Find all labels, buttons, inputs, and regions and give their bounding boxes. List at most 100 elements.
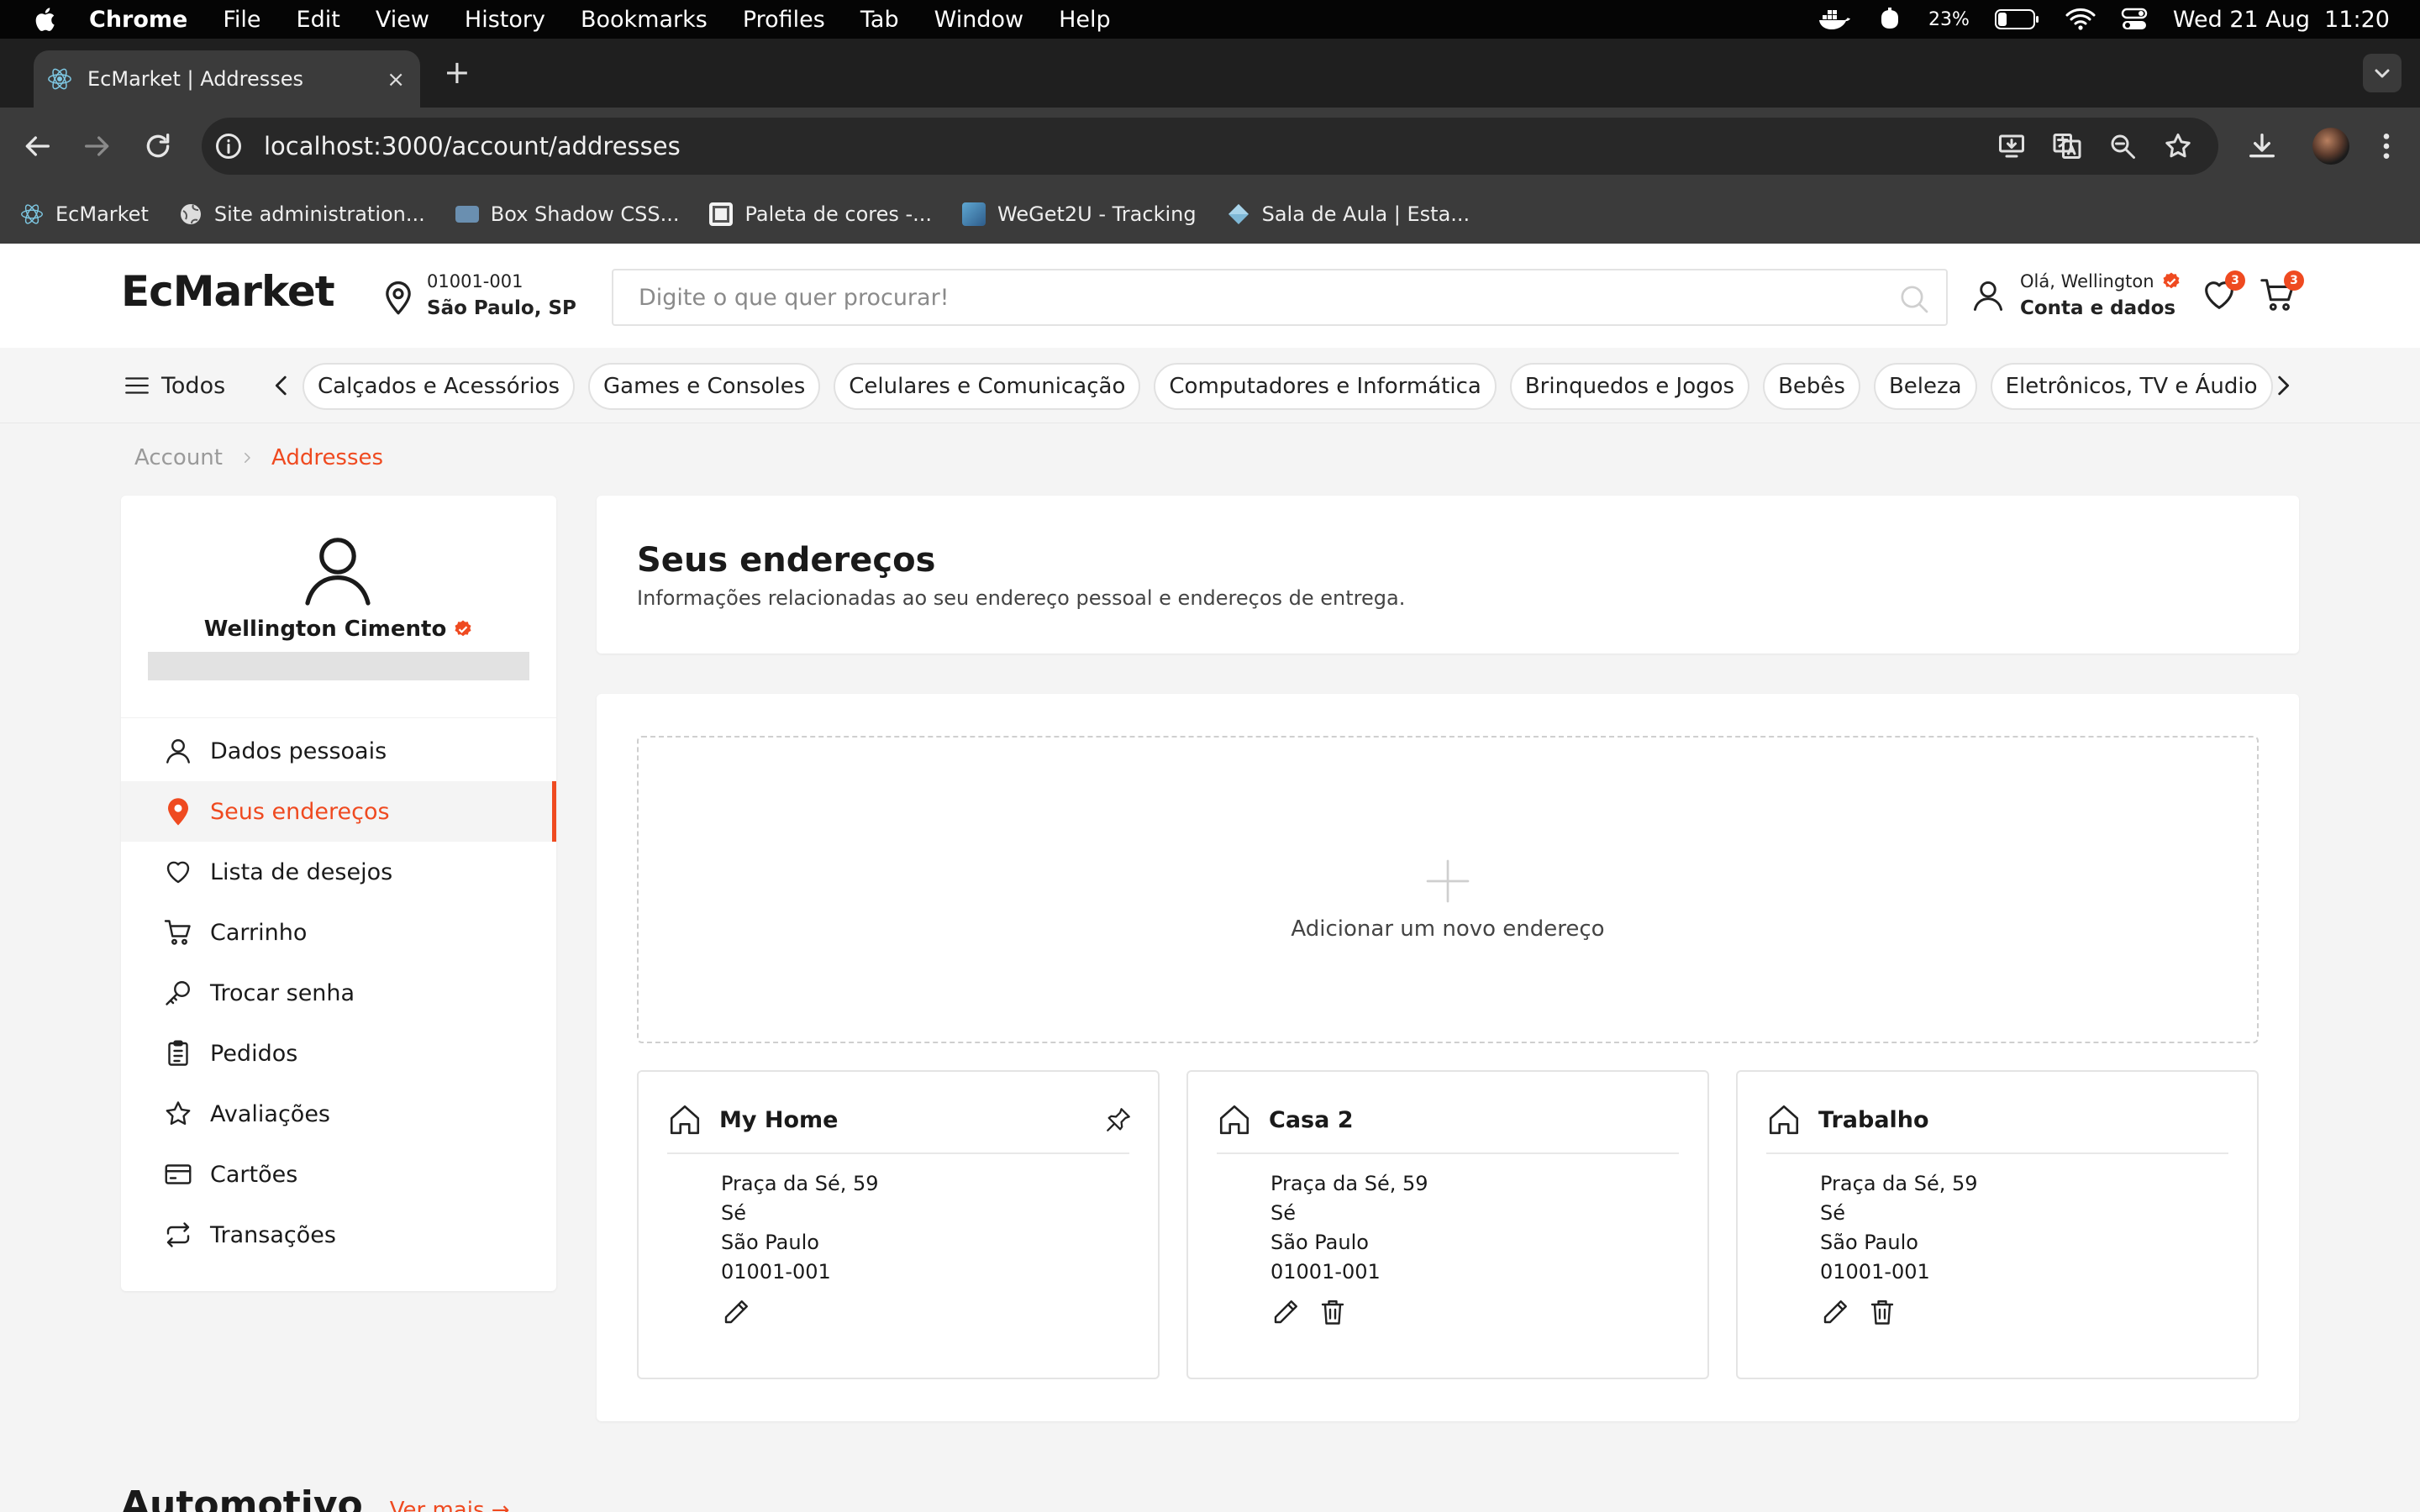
category-chip[interactable]: Beleza [1873, 363, 1977, 410]
bookmark-paleta[interactable]: Paleta de cores -... [709, 202, 932, 226]
browser-tab-strip: EcMarket | Addresses × + [0, 39, 2420, 108]
address-name: My Home [719, 1106, 839, 1133]
downloads-icon[interactable] [2245, 129, 2279, 163]
site-logo[interactable]: EcMarket [121, 267, 335, 316]
menu-tab[interactable]: Tab [860, 7, 899, 33]
wishlist-count-badge: 3 [2225, 270, 2245, 291]
sidebar-item-seus-enderecos[interactable]: Seus endereços [121, 781, 556, 842]
control-center-icon[interactable] [2121, 7, 2148, 32]
bookmark-weget2u[interactable]: WeGet2U - Tracking [962, 202, 1197, 226]
menu-window[interactable]: Window [934, 7, 1023, 33]
cart-button[interactable]: 3 [2259, 270, 2304, 314]
menu-bookmarks[interactable]: Bookmarks [581, 7, 708, 33]
address-bar[interactable]: localhost:3000/account/addresses [202, 118, 2218, 175]
address-district: Sé [1820, 1201, 1845, 1225]
card-icon [165, 1164, 192, 1184]
bookmark-star-icon[interactable] [2163, 131, 2193, 161]
site-info-icon[interactable] [213, 131, 244, 161]
category-bar: Todos Calçados e Acessórios Games e Cons… [0, 348, 2420, 423]
sidebar-item-transacoes[interactable]: Transações [121, 1205, 556, 1265]
menubar-datetime[interactable]: Wed 21 Aug 11:20 [2173, 7, 2390, 33]
home-icon [1769, 1105, 1799, 1135]
reload-icon[interactable] [141, 129, 175, 163]
wifi-icon[interactable] [2065, 8, 2096, 31]
see-more-link[interactable]: Ver mais → [390, 1498, 510, 1512]
menu-history[interactable]: History [465, 7, 545, 33]
tracking-icon [962, 202, 986, 226]
sidebar-item-dados-pessoais[interactable]: Dados pessoais [121, 721, 556, 781]
bookmark-box-shadow[interactable]: Box Shadow CSS... [455, 202, 679, 226]
chevron-left-icon[interactable] [267, 371, 296, 400]
add-address-button[interactable]: Adicionar um novo endereço [637, 736, 2259, 1043]
verified-badge-icon [2163, 272, 2180, 289]
divider [667, 1152, 1129, 1154]
more-menu-icon[interactable] [2370, 129, 2403, 163]
diamond-icon [1228, 204, 1249, 224]
account-menu[interactable]: Olá, Wellington Conta e dados [1970, 269, 2181, 323]
menu-app-chrome[interactable]: Chrome [89, 7, 187, 33]
category-chip[interactable]: Eletrônicos, TV e Áudio [1990, 363, 2273, 410]
delete-address-button[interactable] [1318, 1297, 1348, 1327]
new-tab-button[interactable]: + [444, 54, 471, 91]
menu-file[interactable]: File [223, 7, 260, 33]
battery-icon[interactable] [1994, 8, 2040, 30]
sidebar-item-lista-de-desejos[interactable]: Lista de desejos [121, 842, 556, 902]
edit-address-button[interactable] [1270, 1297, 1301, 1327]
pin-icon[interactable] [1104, 1105, 1133, 1134]
docker-icon[interactable] [1818, 7, 1851, 32]
menu-view[interactable]: View [376, 7, 429, 33]
sidebar-item-carrinho[interactable]: Carrinho [121, 902, 556, 963]
breadcrumb-account[interactable]: Account [134, 445, 223, 470]
browser-tab-active[interactable]: EcMarket | Addresses × [34, 50, 420, 108]
sidebar-nav: Dados pessoais Seus endereços Lista de d… [121, 721, 556, 1265]
edit-address-button[interactable] [721, 1297, 751, 1327]
translate-icon[interactable] [2052, 131, 2082, 161]
delete-address-button[interactable] [1867, 1297, 1897, 1327]
search-icon[interactable] [1897, 282, 1931, 316]
transactions-icon [166, 1222, 190, 1247]
category-chip[interactable]: Computadores e Informática [1154, 363, 1497, 410]
account-link[interactable]: Conta e dados [2020, 294, 2181, 323]
search-input[interactable] [613, 270, 1874, 324]
category-chip[interactable]: Brinquedos e Jogos [1509, 363, 1750, 410]
zoom-icon[interactable] [2107, 131, 2138, 161]
address-street: Praça da Sé, 59 [721, 1172, 879, 1195]
bookmark-site-admin[interactable]: Site administration... [179, 202, 425, 226]
chevron-right-icon [244, 453, 250, 463]
chevron-down-icon [2375, 69, 2390, 78]
delivery-location[interactable]: 01001-001 São Paulo, SP [381, 269, 576, 323]
all-categories-button[interactable]: Todos [123, 371, 225, 400]
sidebar-item-cartoes[interactable]: Cartões [121, 1144, 556, 1205]
menu-help[interactable]: Help [1059, 7, 1111, 33]
sidebar-item-trocar-senha[interactable]: Trocar senha [121, 963, 556, 1023]
install-app-icon[interactable] [1996, 131, 2027, 161]
bookmark-ecmarket[interactable]: EcMarket [20, 202, 149, 226]
sidebar-item-pedidos[interactable]: Pedidos [121, 1023, 556, 1084]
pencil-icon [1274, 1300, 1297, 1324]
status-app-icon[interactable] [1876, 6, 1903, 33]
profile-avatar[interactable] [2312, 128, 2349, 165]
url-text[interactable]: localhost:3000/account/addresses [264, 132, 681, 160]
tab-close-button[interactable]: × [387, 67, 405, 92]
category-chip[interactable]: Celulares e Comunicação [834, 363, 1141, 410]
back-arrow-icon[interactable] [20, 129, 54, 163]
section-title: Automotivo [121, 1483, 363, 1512]
address-city: São Paulo [1270, 1231, 1369, 1254]
category-chip[interactable]: Bebês [1763, 363, 1860, 410]
bookmark-sala-de-aula[interactable]: Sala de Aula | Esta... [1227, 202, 1470, 226]
sidebar-item-avaliacoes[interactable]: Avaliações [121, 1084, 556, 1144]
address-street: Praça da Sé, 59 [1820, 1172, 1978, 1195]
chevron-right-icon[interactable] [2269, 371, 2297, 400]
edit-address-button[interactable] [1820, 1297, 1850, 1327]
forward-arrow-icon[interactable] [81, 129, 114, 163]
wishlist-button[interactable]: 3 [2200, 270, 2245, 314]
category-chip[interactable]: Calçados e Acessórios [302, 363, 576, 410]
address-name: Casa 2 [1269, 1106, 1354, 1133]
apple-logo-icon[interactable] [32, 5, 60, 34]
category-chip[interactable]: Games e Consoles [588, 363, 821, 410]
star-icon [166, 1101, 191, 1126]
menu-profiles[interactable]: Profiles [743, 7, 825, 33]
tab-search-button[interactable] [2363, 54, 2402, 92]
menu-edit[interactable]: Edit [297, 7, 340, 33]
user-avatar-icon [305, 538, 371, 606]
